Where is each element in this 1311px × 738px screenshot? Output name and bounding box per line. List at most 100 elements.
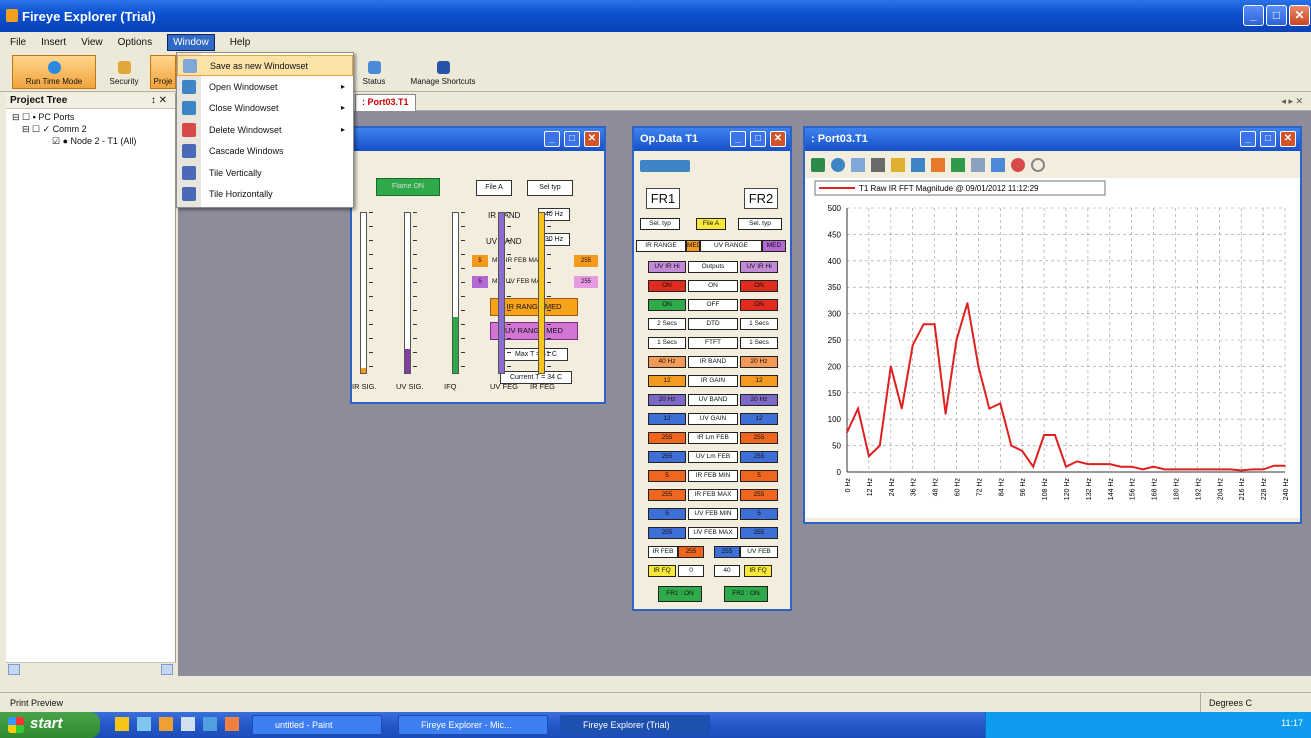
x-tick-label: 132 Hz (1086, 478, 1093, 501)
minimize-icon[interactable]: _ (1240, 131, 1256, 147)
fr2-value: 20 Hz (740, 394, 778, 406)
maximize-icon[interactable]: □ (1260, 131, 1276, 147)
data-point (1054, 434, 1056, 436)
task-fireye-trial[interactable]: Fireye Explorer (Trial) (560, 715, 710, 735)
minimize-button[interactable]: _ (1243, 5, 1264, 26)
task-paint[interactable]: untitled - Paint (252, 715, 382, 735)
uv-feb-val: 255 (714, 546, 740, 558)
gauge-label: IR FEG (530, 382, 556, 391)
manage-shortcuts-label: Manage Shortcuts (410, 77, 476, 86)
close-icon[interactable]: ✕ (1280, 131, 1296, 147)
palette-icon[interactable] (891, 158, 905, 172)
file-a-button[interactable]: File A (476, 180, 512, 196)
ir-fq-val1: 0 (678, 565, 704, 577)
minimize-icon[interactable]: _ (544, 131, 560, 147)
maximize-icon[interactable]: □ (750, 131, 766, 147)
file-a[interactable]: File A (696, 218, 726, 230)
status-left: Print Preview (10, 698, 64, 708)
menu-item-delete-windowset[interactable]: Delete Windowset ▸ (177, 120, 353, 141)
chart-window-title: : Port03.T1 (811, 133, 868, 145)
close-button[interactable]: ✕ (1289, 5, 1310, 26)
quick-launch (115, 717, 240, 733)
sel-typ-fr2[interactable]: Sel. typ (738, 218, 782, 230)
uv-feb: UV FEB (740, 546, 778, 558)
save-icon[interactable] (851, 158, 865, 172)
status-button[interactable]: Status (355, 55, 393, 89)
data-point (1021, 450, 1023, 452)
param-name: IR FEB MIN (688, 470, 738, 482)
menu-item-tile-horizontally[interactable]: Tile Horizontally (177, 184, 353, 205)
ie-icon[interactable] (115, 717, 129, 731)
x-tick-label: 108 Hz (1042, 478, 1049, 501)
menu-window[interactable]: Window (167, 33, 215, 51)
y-tick-label: 50 (832, 442, 841, 451)
fr2-value: 5 (740, 508, 778, 520)
fr2-value: 5 (740, 470, 778, 482)
print-icon[interactable] (991, 158, 1005, 172)
fr2-value: 255 (740, 451, 778, 463)
grid-icon[interactable] (971, 158, 985, 172)
security-button[interactable]: Security (100, 55, 148, 89)
close-icon[interactable]: ✕ (584, 131, 600, 147)
opdata-toolbar[interactable] (640, 160, 690, 172)
checkbox-icon[interactable] (871, 158, 885, 172)
menu-view[interactable]: View (81, 37, 103, 48)
fft-chart: T1 Raw IR FFT Magnitude @ 09/01/2012 11:… (805, 178, 1300, 518)
menu-help[interactable]: Help (230, 37, 251, 48)
tree-item-node2[interactable]: ☑ ● Node 2 - T1 (All) (12, 135, 169, 147)
menu-item-tile-vertically[interactable]: Tile Vertically (177, 163, 353, 184)
zoom-icon[interactable] (911, 158, 925, 172)
menu-insert[interactable]: Insert (41, 37, 66, 48)
media-icon[interactable] (137, 717, 151, 731)
fr1-value: 5 (648, 470, 686, 482)
marker-icon[interactable] (951, 158, 965, 172)
fireye-app-icon (6, 9, 18, 22)
pencil-icon[interactable] (931, 158, 945, 172)
sel-type-button[interactable]: Sel typ (527, 180, 573, 196)
menu-item-cascade-windows[interactable]: Cascade Windows (177, 141, 353, 162)
manage-shortcuts-button[interactable]: Manage Shortcuts (398, 55, 488, 89)
x-tick-label: 120 Hz (1064, 478, 1071, 501)
menu-item-close-windowset[interactable]: Close Windowset ▸ (177, 98, 353, 119)
folder-icon[interactable] (159, 717, 173, 731)
close-icon[interactable]: ✕ (770, 131, 786, 147)
sel-typ-fr1[interactable]: Sel. typ (640, 218, 680, 230)
menu-item-open-windowset[interactable]: Open Windowset ▸ (177, 77, 353, 98)
param-name: Outputs (688, 261, 738, 273)
menu-file[interactable]: File (10, 37, 26, 48)
maximize-button[interactable]: □ (1266, 5, 1287, 26)
fr2-value: 1 Secs (740, 318, 778, 330)
run-time-mode-label: Run Time Mode (25, 77, 83, 86)
tree-horizontal-scrollbar[interactable] (6, 662, 176, 676)
project-button[interactable]: Proje (150, 55, 176, 89)
minimize-icon[interactable]: _ (730, 131, 746, 147)
task-fireye-mic[interactable]: Fireye Explorer - Mic... (398, 715, 548, 735)
firefox-icon[interactable] (225, 717, 239, 731)
help-icon[interactable] (1031, 158, 1045, 172)
tab-navigation[interactable]: ◂ ▸ ✕ (1281, 96, 1303, 107)
chrome-icon[interactable] (203, 717, 217, 731)
tree-item-comm2[interactable]: ⊟ ☐ ✓ Comm 2 (12, 123, 169, 135)
refresh-icon[interactable] (811, 158, 825, 172)
data-point (933, 323, 936, 325)
run-time-mode-button[interactable]: Run Time Mode (12, 55, 96, 89)
start-button[interactable]: start (0, 712, 100, 738)
fr1-value: UV IR Hi (648, 261, 686, 273)
gauge-4: IR FEG (530, 212, 568, 391)
tree-item-pc-ports[interactable]: ⊟ ☐ ▪ PC Ports (12, 111, 169, 123)
tab-port03-t1[interactable]: : Port03.T1 (355, 94, 416, 111)
gauge-label: IFQ (444, 382, 457, 391)
record-icon[interactable] (1011, 158, 1025, 172)
doc-icon[interactable] (181, 717, 195, 731)
open-windowset-icon (182, 79, 196, 94)
play-icon[interactable] (831, 158, 845, 172)
data-point (1273, 464, 1275, 467)
x-tick-label: 84 Hz (998, 478, 1005, 497)
fr1-value: 255 (648, 451, 686, 463)
data-point (1229, 468, 1232, 471)
maximize-icon[interactable]: □ (564, 131, 580, 147)
pin-close-icon[interactable]: ↕ ✕ (151, 95, 167, 106)
data-point (944, 413, 947, 415)
menu-item-save-windowset[interactable]: Save as new Windowset (177, 55, 353, 76)
menu-options[interactable]: Options (118, 37, 152, 48)
